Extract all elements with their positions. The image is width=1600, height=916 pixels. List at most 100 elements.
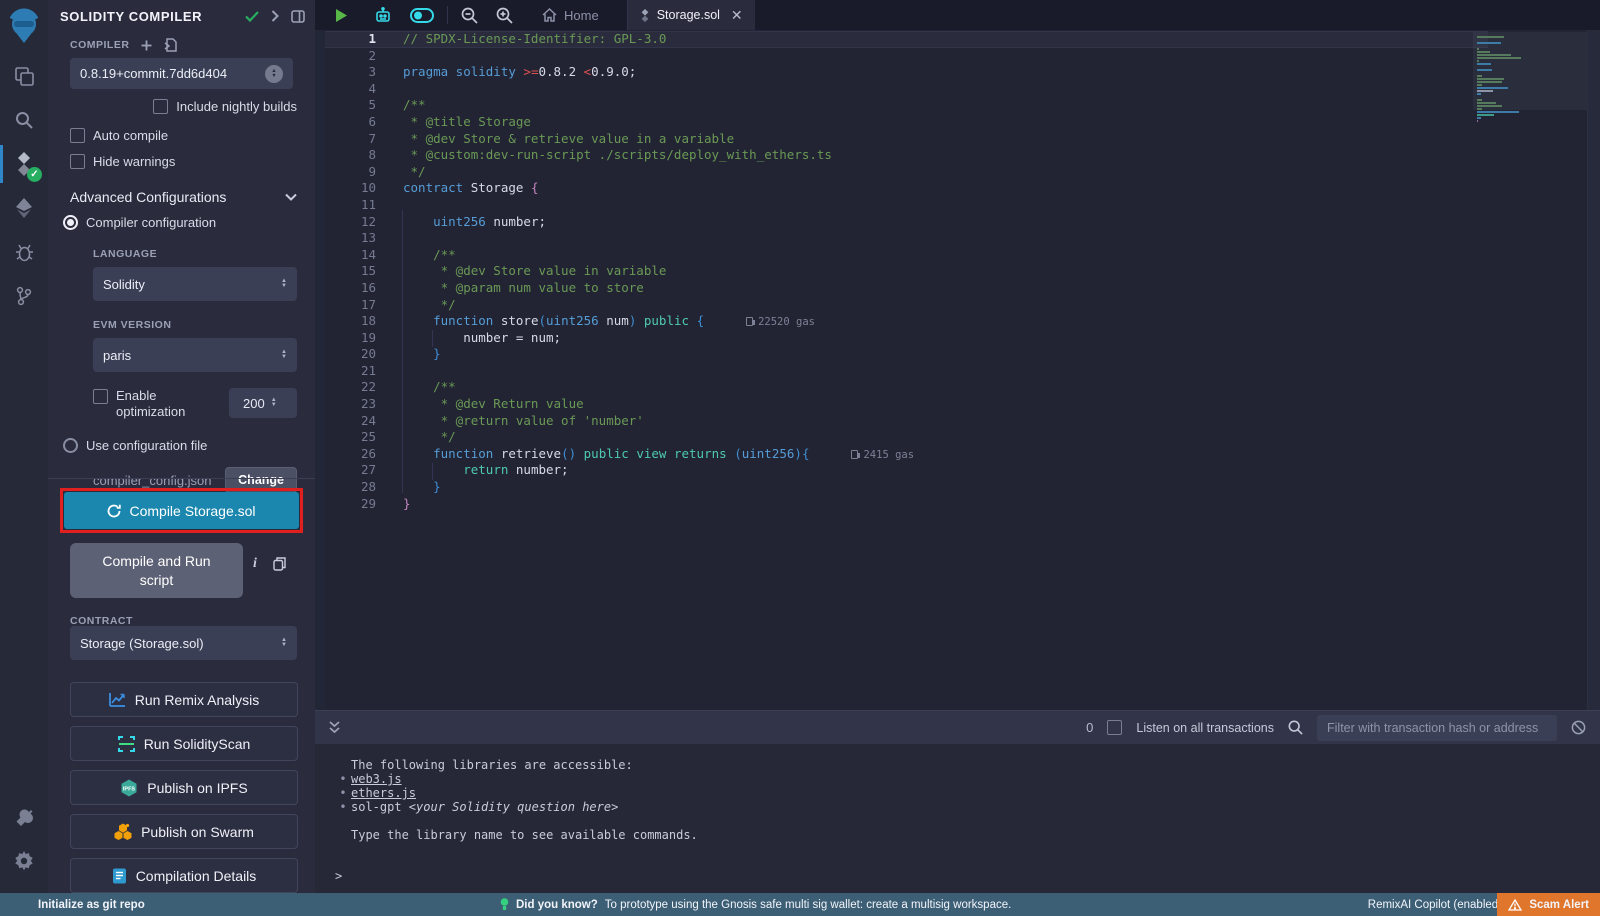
pin-panel-icon[interactable] <box>291 10 305 23</box>
contract-select[interactable]: Storage (Storage.sol) ▲▼ <box>70 626 297 660</box>
code-line[interactable]: * @dev Store value in variable <box>403 263 1470 280</box>
line-number[interactable]: 22 <box>325 379 390 396</box>
code-line[interactable]: */ <box>403 429 1470 446</box>
line-number[interactable]: 24 <box>325 413 390 430</box>
line-number[interactable]: 17 <box>325 297 390 314</box>
chevron-right-icon[interactable] <box>271 10 279 22</box>
code-line[interactable] <box>403 81 1470 98</box>
advanced-configurations-header[interactable]: Advanced Configurations <box>48 169 315 205</box>
line-number[interactable]: 29 <box>325 496 390 513</box>
code-line[interactable]: * @custom:dev-run-script ./scripts/deplo… <box>403 147 1470 164</box>
terminal-output[interactable]: The following libraries are accessible: … <box>315 744 1600 893</box>
code-line[interactable]: /** <box>403 97 1470 114</box>
settings-icon[interactable] <box>0 839 48 883</box>
debugger-icon[interactable] <box>0 230 48 274</box>
compiler-version-select[interactable]: 0.8.19+commit.7dd6d404 ▲▼ <box>70 58 293 89</box>
line-number[interactable]: 5 <box>325 97 390 114</box>
enable-optimization-checkbox[interactable] <box>93 389 108 404</box>
line-number[interactable]: 4 <box>325 81 390 98</box>
line-number[interactable]: 2 <box>325 48 390 65</box>
compiler-configuration-radio[interactable] <box>63 215 78 230</box>
terminal-search-icon[interactable] <box>1288 720 1303 735</box>
language-select[interactable]: Solidity ▲▼ <box>93 267 297 301</box>
code-line[interactable]: * @return value of 'number' <box>403 413 1470 430</box>
line-number[interactable]: 28 <box>325 479 390 496</box>
code-line[interactable]: contract Storage { <box>403 180 1470 197</box>
copilot-status[interactable]: RemixAI Copilot (enabled) <box>1368 899 1502 911</box>
zoom-out-icon[interactable] <box>452 0 487 30</box>
expand-terminal-icon[interactable] <box>329 721 340 734</box>
use-configuration-file-radio[interactable] <box>63 438 78 453</box>
search-icon[interactable] <box>0 98 48 142</box>
code-line[interactable] <box>403 363 1470 380</box>
line-number[interactable]: 1 <box>325 31 390 48</box>
copy-icon[interactable] <box>273 557 286 571</box>
code-line[interactable]: function retrieve() public view returns … <box>403 446 1470 463</box>
code-line[interactable]: return number; <box>403 462 1470 479</box>
code-line[interactable]: pragma solidity >=0.8.2 <0.9.0; <box>403 64 1470 81</box>
run-solidityscan-button[interactable]: Run SolidityScan <box>70 726 298 761</box>
run-script-play-button[interactable] <box>315 0 357 30</box>
line-number[interactable]: 21 <box>325 363 390 380</box>
add-compiler-icon[interactable] <box>141 40 152 51</box>
solidity-compiler-icon[interactable]: ✓ <box>0 142 48 186</box>
ai-copilot-robot-icon[interactable] <box>365 0 401 30</box>
run-remix-analysis-button[interactable]: Run Remix Analysis <box>70 682 298 717</box>
terminal-prompt[interactable]: > <box>335 869 1600 883</box>
line-number[interactable]: 19 <box>325 330 390 347</box>
open-file-icon[interactable] <box>164 38 177 52</box>
line-number[interactable]: 20 <box>325 346 390 363</box>
web3-link[interactable]: web3.js <box>351 772 402 786</box>
clear-console-icon[interactable] <box>1571 720 1586 735</box>
code-editor[interactable]: 1234567891011121314151617181920212223242… <box>325 30 1600 710</box>
line-number[interactable]: 14 <box>325 247 390 264</box>
line-number[interactable]: 16 <box>325 280 390 297</box>
line-number[interactable]: 6 <box>325 114 390 131</box>
line-number[interactable]: 8 <box>325 147 390 164</box>
code-line[interactable]: */ <box>403 164 1470 181</box>
compilation-details-button[interactable]: Compilation Details <box>70 858 298 893</box>
code-line[interactable]: number = num; <box>403 330 1470 347</box>
tab-storage-sol[interactable]: Storage.sol ✕ <box>627 0 755 30</box>
code-line[interactable]: uint256 number; <box>403 214 1470 231</box>
listen-transactions-checkbox[interactable] <box>1107 720 1122 735</box>
include-nightly-checkbox[interactable] <box>153 99 168 114</box>
code-line[interactable] <box>403 197 1470 214</box>
config-filename[interactable]: compiler_config.json <box>93 473 212 488</box>
ethers-link[interactable]: ethers.js <box>351 786 416 800</box>
compile-button[interactable]: Compile Storage.sol <box>64 492 299 529</box>
tab-home[interactable]: Home <box>528 0 613 30</box>
auto-compile-checkbox[interactable] <box>70 128 85 143</box>
publish-on-ipfs-button[interactable]: IPFS Publish on IPFS <box>70 770 298 805</box>
line-number[interactable]: 18 <box>325 313 390 330</box>
line-number[interactable]: 11 <box>325 197 390 214</box>
evm-version-select[interactable]: paris ▲▼ <box>93 338 297 372</box>
remix-logo-icon[interactable] <box>0 0 48 54</box>
code-line[interactable]: * @param num value to store <box>403 280 1470 297</box>
code-line[interactable]: /** <box>403 379 1470 396</box>
git-icon[interactable] <box>0 274 48 318</box>
code-line[interactable] <box>403 48 1470 65</box>
line-number[interactable]: 3 <box>325 64 390 81</box>
line-number[interactable]: 26 <box>325 446 390 463</box>
init-git-repo-button[interactable]: Initialize as git repo <box>0 899 145 911</box>
publish-on-swarm-button[interactable]: Publish on Swarm <box>70 814 298 849</box>
code-line[interactable]: * @dev Store & retrieve value in a varia… <box>403 131 1470 148</box>
line-number[interactable]: 12 <box>325 214 390 231</box>
line-number[interactable]: 13 <box>325 230 390 247</box>
code-line[interactable]: } <box>403 479 1470 496</box>
line-number[interactable]: 25 <box>325 429 390 446</box>
scam-alert-button[interactable]: Scam Alert <box>1497 893 1600 916</box>
code-line[interactable]: } <box>403 346 1470 363</box>
line-number[interactable]: 23 <box>325 396 390 413</box>
transaction-filter-input[interactable] <box>1317 715 1557 741</box>
line-number[interactable]: 27 <box>325 462 390 479</box>
hide-warnings-checkbox[interactable] <box>70 154 85 169</box>
code-line[interactable]: // SPDX-License-Identifier: GPL-3.0 <box>403 31 1470 48</box>
code-line[interactable]: } <box>403 496 1470 513</box>
info-icon[interactable]: i <box>253 556 257 572</box>
copilot-toggle-icon[interactable] <box>401 0 443 30</box>
code-line[interactable]: */ <box>403 297 1470 314</box>
deploy-run-icon[interactable] <box>0 186 48 230</box>
code-line[interactable] <box>403 230 1470 247</box>
